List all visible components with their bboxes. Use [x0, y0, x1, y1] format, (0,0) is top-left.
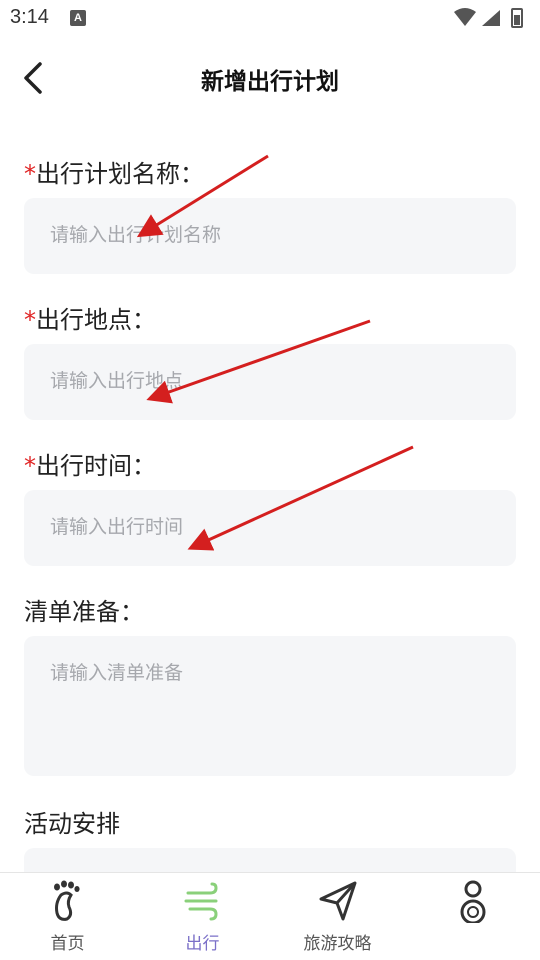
user-profile-icon — [460, 880, 486, 923]
required-mark: * — [24, 306, 36, 334]
tab-home[interactable]: 首页 — [0, 873, 135, 960]
time-placeholder: 请输入出行时间 — [50, 516, 184, 538]
plan-name-input[interactable]: 请输入出行计划名称 — [24, 198, 516, 274]
location-placeholder: 请输入出行地点 — [50, 370, 184, 392]
required-mark: * — [24, 452, 36, 480]
status-icons — [454, 8, 523, 28]
footprint-icon — [54, 880, 80, 921]
activity-label: 活动安排 — [24, 810, 120, 838]
bottom-tab-bar: 首页 出行 旅游攻略 — [0, 872, 540, 960]
page-title: 新增出行计划 — [201, 69, 339, 95]
signal-icon — [482, 10, 500, 26]
wifi-icon — [454, 8, 476, 26]
time-input[interactable]: 请输入出行时间 — [24, 490, 516, 566]
wind-icon — [184, 882, 218, 921]
checklist-label: 清单准备： — [24, 598, 144, 626]
plan-name-label: *出行计划名称： — [24, 160, 204, 188]
plan-name-placeholder: 请输入出行计划名称 — [50, 224, 222, 246]
tab-label: 旅游攻略 — [303, 934, 372, 954]
status-time: 3:14 — [10, 6, 49, 28]
checklist-textarea[interactable]: 请输入清单准备 — [24, 636, 516, 776]
checklist-placeholder: 请输入清单准备 — [50, 662, 184, 684]
location-input[interactable]: 请输入出行地点 — [24, 344, 516, 420]
notification-app-icon: A — [70, 10, 86, 26]
tab-travel-guide[interactable]: 旅游攻略 — [270, 873, 405, 960]
time-label: *出行时间： — [24, 452, 156, 480]
tab-label: 出行 — [185, 934, 220, 954]
location-label: *出行地点： — [24, 306, 156, 334]
tab-travel[interactable]: 出行 — [135, 873, 270, 960]
header: 新增出行计划 — [0, 48, 540, 108]
paper-plane-icon — [319, 881, 357, 921]
tab-label: 首页 — [50, 934, 85, 954]
tab-profile[interactable] — [405, 873, 540, 960]
required-mark: * — [24, 160, 36, 188]
status-bar: 3:14 A — [0, 0, 540, 36]
